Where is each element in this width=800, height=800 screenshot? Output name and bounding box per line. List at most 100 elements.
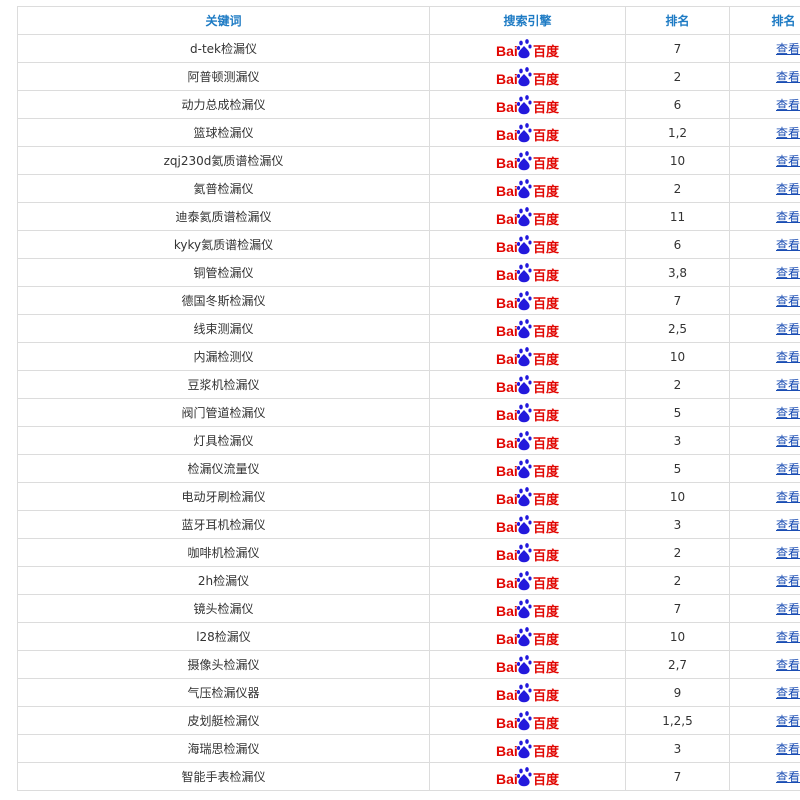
baidu-logo-text-right: 百度 — [533, 156, 560, 172]
baidu-logo-icon: Bai 百度 — [496, 290, 560, 312]
header-rank-detail: 排名 — [729, 6, 800, 35]
baidu-logo-text-left: Bai — [496, 743, 518, 759]
table-row: 智能手表检漏仪 Bai 百度 7 查看 — [17, 762, 800, 791]
view-cell: 查看 — [729, 34, 800, 63]
baidu-logo-text-right: 百度 — [533, 184, 560, 200]
baidu-logo-icon: Bai 百度 — [496, 514, 560, 536]
view-cell: 查看 — [729, 454, 800, 483]
view-rank-link[interactable]: 查看 — [776, 742, 800, 756]
baidu-logo-text-right: 百度 — [533, 436, 560, 452]
search-engine-cell: Bai 百度 — [429, 678, 626, 707]
table-row: 迪泰氦质谱检漏仪 Bai 百度 11 查看 — [17, 202, 800, 231]
view-cell: 查看 — [729, 706, 800, 735]
search-engine-cell: Bai 百度 — [429, 706, 626, 735]
baidu-logo-text-left: Bai — [496, 379, 518, 395]
rank-cell: 3 — [625, 734, 730, 763]
search-engine-cell: Bai 百度 — [429, 734, 626, 763]
baidu-logo-text-left: Bai — [496, 99, 518, 115]
view-cell: 查看 — [729, 594, 800, 623]
view-rank-link[interactable]: 查看 — [776, 434, 800, 448]
search-engine-cell: Bai 百度 — [429, 482, 626, 511]
baidu-logo-icon: Bai 百度 — [496, 626, 560, 648]
view-rank-link[interactable]: 查看 — [776, 490, 800, 504]
view-rank-link[interactable]: 查看 — [776, 350, 800, 364]
view-cell: 查看 — [729, 90, 800, 119]
baidu-logo-text-left: Bai — [496, 407, 518, 423]
keyword-cell: d-tek检漏仪 — [17, 34, 430, 63]
baidu-logo-text-left: Bai — [496, 771, 518, 787]
view-cell: 查看 — [729, 482, 800, 511]
keyword-cell: kyky氦质谱检漏仪 — [17, 230, 430, 259]
view-rank-link[interactable]: 查看 — [776, 70, 800, 84]
view-cell: 查看 — [729, 622, 800, 651]
view-rank-link[interactable]: 查看 — [776, 378, 800, 392]
search-engine-cell: Bai 百度 — [429, 762, 626, 791]
rank-cell: 2 — [625, 566, 730, 595]
view-cell: 查看 — [729, 510, 800, 539]
baidu-logo-text-right: 百度 — [533, 464, 560, 480]
baidu-logo-text-right: 百度 — [533, 72, 560, 88]
search-engine-cell: Bai 百度 — [429, 566, 626, 595]
baidu-logo-text-right: 百度 — [533, 296, 560, 312]
view-rank-link[interactable]: 查看 — [776, 714, 800, 728]
baidu-logo-icon: Bai 百度 — [496, 542, 560, 564]
baidu-logo-text-left: Bai — [496, 211, 518, 227]
keyword-cell: 阿普顿测漏仪 — [17, 62, 430, 91]
keyword-cell: 海瑞思检漏仪 — [17, 734, 430, 763]
table-row: 咖啡机检漏仪 Bai 百度 2 查看 — [17, 538, 800, 567]
view-rank-link[interactable]: 查看 — [776, 406, 800, 420]
view-rank-link[interactable]: 查看 — [776, 294, 800, 308]
header-search-engine: 搜索引擎 — [429, 6, 626, 35]
rank-cell: 3,8 — [625, 258, 730, 287]
view-rank-link[interactable]: 查看 — [776, 322, 800, 336]
view-rank-link[interactable]: 查看 — [776, 630, 800, 644]
baidu-logo-text-right: 百度 — [533, 492, 560, 508]
search-engine-cell: Bai 百度 — [429, 258, 626, 287]
search-engine-cell: Bai 百度 — [429, 370, 626, 399]
baidu-logo-text-right: 百度 — [533, 744, 560, 760]
baidu-logo-text-left: Bai — [496, 155, 518, 171]
view-rank-link[interactable]: 查看 — [776, 658, 800, 672]
baidu-logo-icon: Bai 百度 — [496, 94, 560, 116]
table-row: 灯具检漏仪 Bai 百度 3 查看 — [17, 426, 800, 455]
keyword-cell: 氦普检漏仪 — [17, 174, 430, 203]
baidu-logo-icon: Bai 百度 — [496, 318, 560, 340]
keyword-cell: 豆浆机检漏仪 — [17, 370, 430, 399]
baidu-logo-text-left: Bai — [496, 715, 518, 731]
search-engine-cell: Bai 百度 — [429, 230, 626, 259]
keyword-cell: 2h检漏仪 — [17, 566, 430, 595]
baidu-logo-text-left: Bai — [496, 575, 518, 591]
baidu-logo-icon: Bai 百度 — [496, 262, 560, 284]
search-engine-cell: Bai 百度 — [429, 426, 626, 455]
view-rank-link[interactable]: 查看 — [776, 574, 800, 588]
view-rank-link[interactable]: 查看 — [776, 266, 800, 280]
search-engine-cell: Bai 百度 — [429, 174, 626, 203]
view-rank-link[interactable]: 查看 — [776, 238, 800, 252]
view-rank-link[interactable]: 查看 — [776, 126, 800, 140]
view-rank-link[interactable]: 查看 — [776, 210, 800, 224]
rank-cell: 2,7 — [625, 650, 730, 679]
view-rank-link[interactable]: 查看 — [776, 182, 800, 196]
baidu-logo-icon: Bai 百度 — [496, 178, 560, 200]
keyword-cell: 镜头检漏仪 — [17, 594, 430, 623]
view-rank-link[interactable]: 查看 — [776, 686, 800, 700]
view-rank-link[interactable]: 查看 — [776, 462, 800, 476]
view-cell: 查看 — [729, 202, 800, 231]
search-engine-cell: Bai 百度 — [429, 510, 626, 539]
view-rank-link[interactable]: 查看 — [776, 546, 800, 560]
view-rank-link[interactable]: 查看 — [776, 42, 800, 56]
rank-cell: 10 — [625, 622, 730, 651]
view-rank-link[interactable]: 查看 — [776, 602, 800, 616]
baidu-logo-text-left: Bai — [496, 519, 518, 535]
baidu-logo-text-right: 百度 — [533, 100, 560, 116]
baidu-logo-text-right: 百度 — [533, 268, 560, 284]
table-row: 铜管检漏仪 Bai 百度 3,8 查看 — [17, 258, 800, 287]
view-rank-link[interactable]: 查看 — [776, 98, 800, 112]
keyword-cell: 铜管检漏仪 — [17, 258, 430, 287]
view-rank-link[interactable]: 查看 — [776, 770, 800, 784]
baidu-logo-text-left: Bai — [496, 127, 518, 143]
view-cell: 查看 — [729, 230, 800, 259]
baidu-logo-text-left: Bai — [496, 183, 518, 199]
view-rank-link[interactable]: 查看 — [776, 154, 800, 168]
view-rank-link[interactable]: 查看 — [776, 518, 800, 532]
